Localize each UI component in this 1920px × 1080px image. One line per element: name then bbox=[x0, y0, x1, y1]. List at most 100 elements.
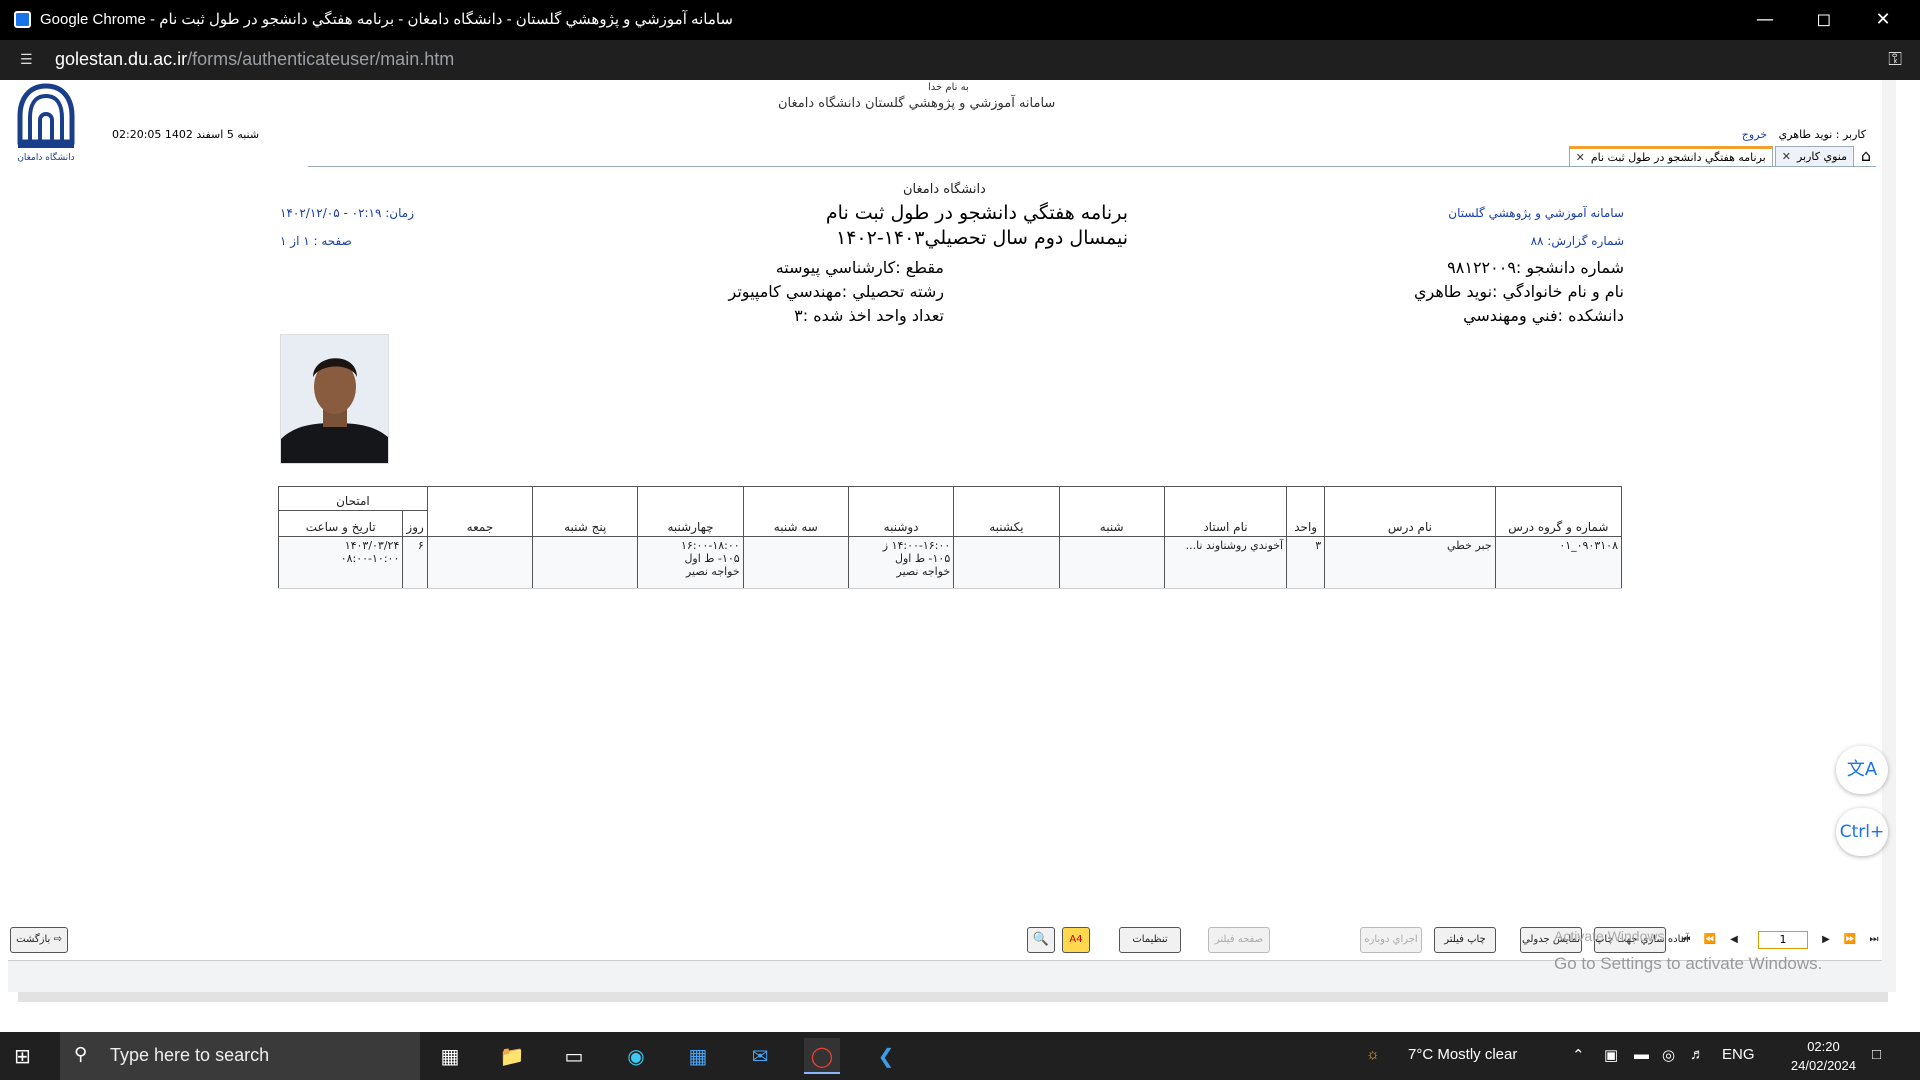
cell-course: جبر خطي bbox=[1324, 536, 1496, 589]
url-field[interactable]: golestan.du.ac.ir/forms/authenticateuser… bbox=[55, 49, 454, 70]
home-icon[interactable]: ⌂ bbox=[1856, 146, 1876, 166]
prev-page-button[interactable]: ◀ bbox=[1724, 931, 1744, 949]
password-key-icon[interactable]: ⚿ bbox=[1888, 49, 1902, 70]
rerun-button[interactable]: اجراي دوباره bbox=[1360, 927, 1422, 953]
site-info-icon[interactable]: ☰ bbox=[20, 50, 40, 70]
tab-weekly-schedule[interactable]: برنامه هفتگي دانشجو در طول ثبت نام ✕ bbox=[1568, 146, 1773, 166]
close-icon[interactable]: ✕ bbox=[1782, 147, 1791, 166]
clock-date: 24/02/2024 bbox=[1790, 1058, 1856, 1073]
cell-wednesday: ۱۶:۰۰-۱۸:۰۰ ۱۰۵- ط اول خواجه نصير bbox=[637, 536, 744, 589]
tab-user-menu[interactable]: منوي کاربر ✕ bbox=[1774, 146, 1854, 166]
col-header-code: شماره و گروه درس bbox=[1494, 486, 1623, 537]
user-info: کاربر : نويد طاهري خروج bbox=[1742, 128, 1866, 141]
edge-icon[interactable]: ◉ bbox=[618, 1038, 654, 1074]
back-label: بازگشت bbox=[16, 934, 51, 945]
tray-chevron-icon[interactable]: ⌃ bbox=[1572, 1046, 1585, 1064]
url-domain: golestan.du.ac.ir bbox=[55, 49, 188, 69]
url-path: /forms/authenticateuser/main.htm bbox=[187, 49, 455, 69]
windows-start-icon[interactable]: ⊞ bbox=[14, 1044, 38, 1068]
chrome-taskbar-icon[interactable]: ◯ bbox=[804, 1038, 840, 1074]
print-filter-button[interactable]: چاپ فيلتر bbox=[1434, 927, 1496, 953]
taskbar-search[interactable]: ⚲ Type here to search bbox=[60, 1032, 420, 1080]
tab-bar: ⌂ منوي کاربر ✕ برنامه هفتگي دانشجو در طو… bbox=[1568, 146, 1876, 166]
terminal-icon[interactable]: ▭ bbox=[556, 1038, 592, 1074]
search-icon: 🔍 bbox=[1032, 932, 1050, 947]
maximize-button[interactable]: ◻ bbox=[1795, 0, 1853, 40]
header-datetime: 02:20:05 شنبه 5 اسفند 1402 bbox=[112, 128, 260, 141]
cell-sunday bbox=[953, 536, 1060, 589]
volume-icon[interactable]: ♬ bbox=[1690, 1046, 1705, 1063]
col-header-friday: جمعه bbox=[426, 486, 534, 537]
cell-teacher: آخوندي روشناوند نا... bbox=[1163, 536, 1288, 589]
vertical-scrollbar[interactable] bbox=[1882, 80, 1896, 992]
task-view-icon[interactable]: ▦ bbox=[432, 1038, 468, 1074]
a4-button[interactable]: A4 bbox=[1062, 927, 1090, 953]
close-icon[interactable]: ✕ bbox=[1576, 150, 1585, 166]
settings-button[interactable]: تنظيمات bbox=[1119, 927, 1181, 953]
ctrl-shortcut-button[interactable]: Ctrl+ bbox=[1836, 808, 1888, 856]
language-indicator[interactable]: ENG bbox=[1722, 1046, 1755, 1063]
taskbar-clock[interactable]: 02:20 24/02/2024 bbox=[1791, 1037, 1856, 1075]
cell-exam-datetime: ۱۴۰۳/۰۳/۲۴ ۰۸:۰۰-۱۰:۰۰ bbox=[277, 536, 404, 589]
window-titlebar: Google Chrome - سامانه آموزشي و پژوهشي گ… bbox=[0, 0, 1920, 40]
last-page-button[interactable]: ⏭ bbox=[1864, 931, 1884, 949]
wednesday-building: خواجه نصير bbox=[685, 565, 740, 578]
col-header-exam-day: روز bbox=[402, 510, 428, 537]
first-page-button[interactable]: ⏮ bbox=[1676, 931, 1696, 949]
col-header-teacher: نام استاد bbox=[1163, 486, 1288, 537]
next-page-button[interactable]: ▶ bbox=[1816, 931, 1836, 949]
user-label: کاربر : نويد طاهري bbox=[1778, 128, 1866, 141]
col-header-thursday: پنج شنبه bbox=[532, 486, 639, 537]
filter-page-button[interactable]: صفحه فيلتر bbox=[1208, 927, 1270, 953]
bismillah-text: به نام خدا bbox=[928, 82, 969, 93]
cell-code: ۰۹۰۳۱۰۸_۰۱ bbox=[1494, 536, 1623, 589]
search-button[interactable]: 🔍 bbox=[1027, 927, 1055, 953]
device-icon[interactable]: ▣ bbox=[1604, 1046, 1618, 1064]
mail-icon[interactable]: ✉ bbox=[742, 1038, 778, 1074]
report-number: شماره گزارش: ۸۸ bbox=[1530, 234, 1624, 248]
close-window-button[interactable]: ✕ bbox=[1854, 0, 1912, 40]
minimize-button[interactable]: — bbox=[1736, 0, 1794, 40]
weather-icon[interactable]: ☼ bbox=[1366, 1046, 1380, 1063]
col-header-tuesday: سه شنبه bbox=[742, 486, 849, 537]
col-header-monday: دوشنبه bbox=[847, 486, 955, 537]
col-header-exam-datetime: تاريخ و ساعت bbox=[277, 510, 404, 537]
file-explorer-icon[interactable]: 📁 bbox=[494, 1038, 530, 1074]
battery-icon[interactable]: ▬ bbox=[1634, 1046, 1649, 1063]
report-page: صفحه : ۱ از ۱ bbox=[280, 234, 352, 248]
svg-text:دانشگاه دامغان: دانشگاه دامغان bbox=[17, 151, 74, 163]
horizontal-scrollbar[interactable] bbox=[18, 992, 1888, 1002]
report-semester: نيمسال دوم سال تحصيلي۱۴۰۳-۱۴۰۲ bbox=[836, 227, 1128, 249]
search-placeholder: Type here to search bbox=[110, 1045, 270, 1065]
cell-monday: ۱۴:۰۰-۱۶:۰۰ ز ۱۰۵- ط اول خواجه نصير bbox=[847, 536, 955, 589]
report-title: برنامه هفتگي دانشجو در طول ثبت نام bbox=[825, 202, 1128, 224]
logout-link[interactable]: خروج bbox=[1742, 128, 1767, 141]
monday-time: ۱۴:۰۰-۱۶:۰۰ ز bbox=[882, 539, 951, 552]
cell-tuesday bbox=[742, 536, 849, 589]
weather-text[interactable]: 7°C Mostly clear bbox=[1408, 1046, 1517, 1063]
notification-icon[interactable]: □ bbox=[1872, 1046, 1881, 1063]
store-icon[interactable]: ▦ bbox=[680, 1038, 716, 1074]
prev-block-button[interactable]: ⏪ bbox=[1700, 931, 1720, 949]
student-photo bbox=[280, 334, 389, 464]
col-header-wednesday: چهارشنبه bbox=[637, 486, 744, 537]
cell-friday bbox=[426, 536, 534, 589]
cell-exam-day: ۶ bbox=[402, 536, 428, 589]
cell-units: ۳ bbox=[1286, 536, 1326, 589]
student-faculty: دانشکده :فني ومهندسي bbox=[1463, 306, 1624, 325]
vscode-icon[interactable]: ❮ bbox=[868, 1038, 904, 1074]
network-icon[interactable]: ◎ bbox=[1662, 1046, 1675, 1064]
col-header-sunday: يکشنبه bbox=[953, 486, 1060, 537]
page-number-input[interactable]: 1 bbox=[1758, 931, 1808, 949]
taskbar: ⊞ ⚲ Type here to search ▦ 📁 ▭ ◉ ▦ ✉ ◯ ❮ … bbox=[0, 1032, 1920, 1080]
tab-divider bbox=[308, 166, 1876, 167]
col-header-units: واحد bbox=[1286, 486, 1326, 537]
wednesday-room: ۱۰۵- ط اول bbox=[684, 552, 740, 565]
report-university: دانشگاه دامغان bbox=[903, 182, 986, 197]
col-header-course: نام درس bbox=[1324, 486, 1496, 537]
page-content: دانشگاه دامغان به نام خدا سامانه آموزشي … bbox=[8, 80, 1896, 1002]
back-button[interactable]: بازگشت ⇨ bbox=[10, 927, 68, 953]
report-system: سامانه آموزشي و پژوهشي گلستان bbox=[1448, 206, 1624, 220]
translate-button[interactable]: 文A bbox=[1836, 746, 1888, 794]
next-block-button[interactable]: ⏩ bbox=[1840, 931, 1860, 949]
